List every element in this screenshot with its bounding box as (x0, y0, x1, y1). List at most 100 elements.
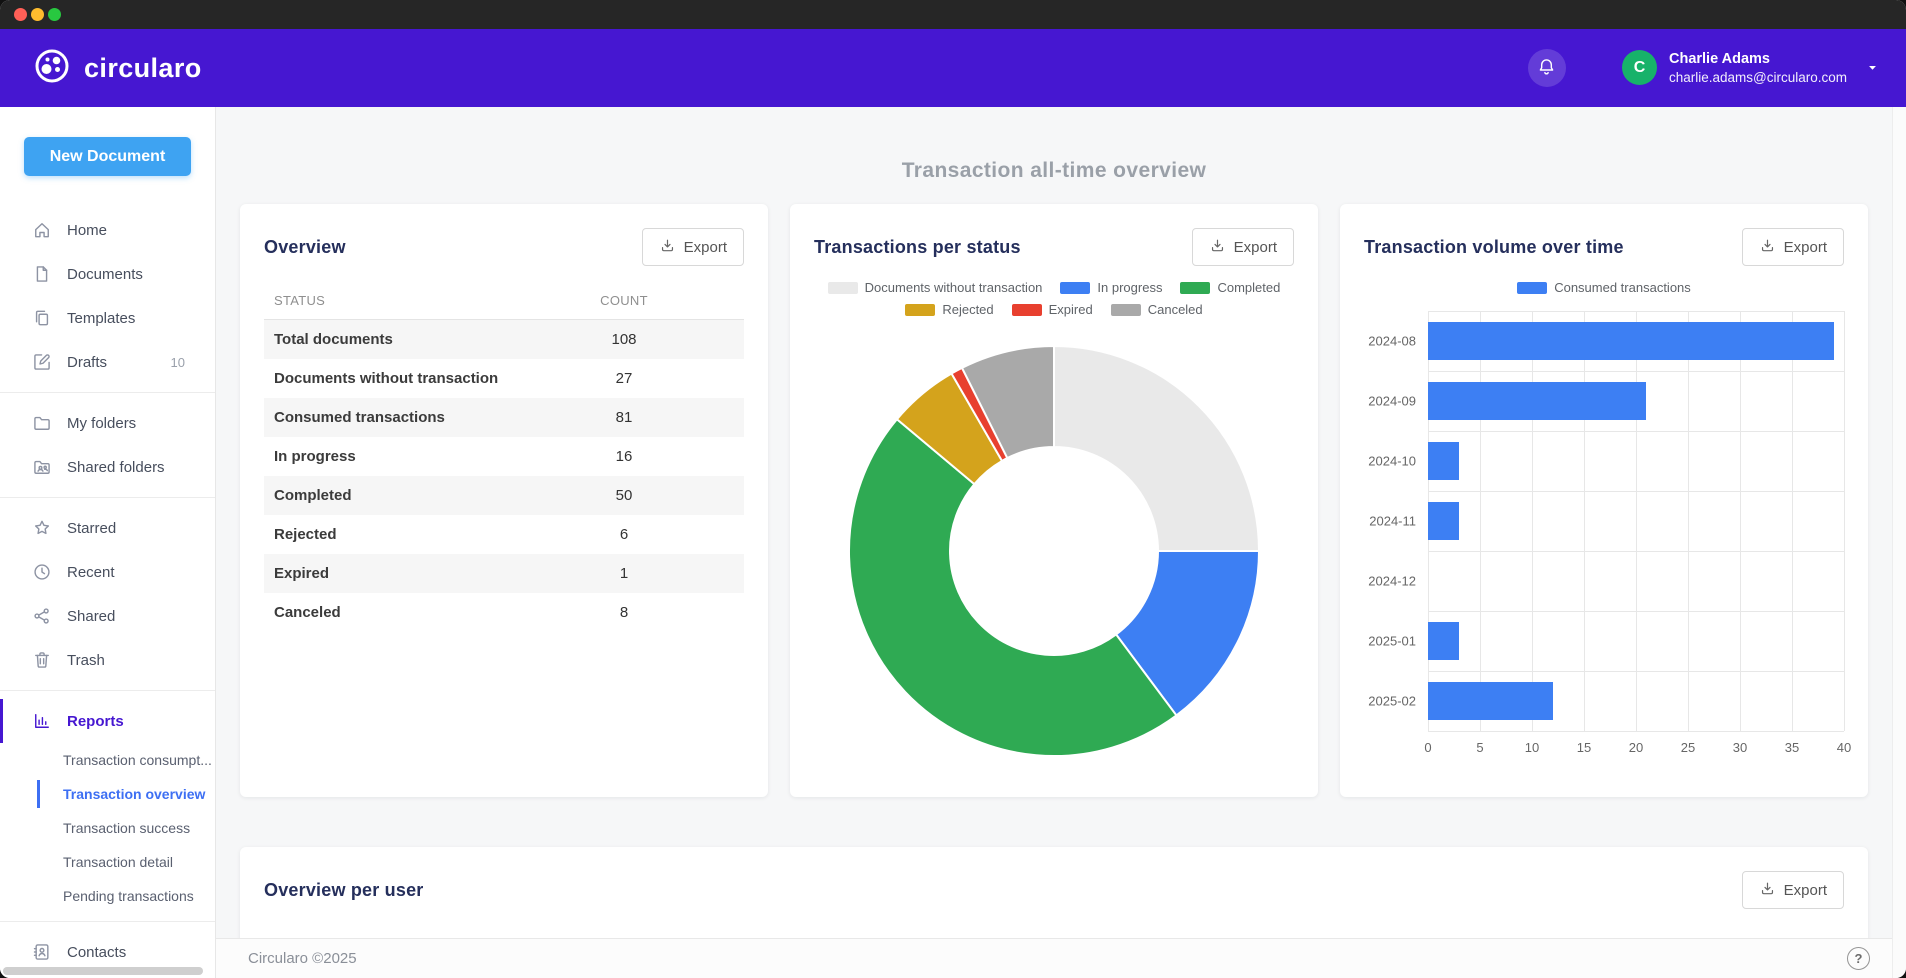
sidebar-item-reports[interactable]: Reports (0, 699, 215, 743)
star-icon (32, 518, 52, 538)
sidebar-item-documents[interactable]: Documents (0, 252, 215, 296)
vertical-gridline (1636, 311, 1637, 731)
bar[interactable] (1428, 502, 1459, 540)
sidebar-item-label: Templates (67, 310, 135, 327)
folder-icon (32, 413, 52, 433)
overview-card: Overview Export STATUS COUNT Total docum… (240, 204, 768, 797)
table-row: Expired1 (264, 554, 744, 593)
page-title: Transaction all-time overview (216, 159, 1892, 183)
drafts-icon (32, 352, 52, 372)
legend-swatch (1517, 282, 1547, 294)
sidebar-horizontal-scrollbar[interactable] (3, 967, 203, 975)
row-status: Completed (274, 487, 504, 504)
vertical-scrollbar[interactable] (1892, 107, 1906, 978)
user-menu[interactable]: C Charlie Adams charlie.adams@circularo.… (1622, 50, 1880, 86)
bar[interactable] (1428, 682, 1553, 720)
legend-item[interactable]: Completed (1180, 280, 1280, 295)
bar[interactable] (1428, 442, 1459, 480)
sidebar: New Document Home Documents Templates (0, 107, 216, 978)
category-label: 2025-01 (1368, 634, 1416, 649)
export-button[interactable]: Export (1192, 228, 1294, 266)
legend-item[interactable]: Consumed transactions (1517, 280, 1691, 295)
horizontal-gridline (1428, 491, 1844, 492)
shared-folder-icon (32, 457, 52, 477)
export-label: Export (1784, 239, 1827, 256)
table-header: STATUS COUNT (264, 282, 744, 320)
legend-row: Rejected Expired Canceled (905, 302, 1202, 317)
sidebar-item-label: Recent (67, 564, 115, 581)
horizontal-gridline (1428, 551, 1844, 552)
sidebar-item-recent[interactable]: Recent (0, 550, 215, 594)
subitem-transaction-success[interactable]: Transaction success (0, 811, 215, 845)
bar[interactable] (1428, 382, 1646, 420)
legend-item[interactable]: In progress (1060, 280, 1162, 295)
subitem-transaction-consumption[interactable]: Transaction consumpt... (0, 743, 215, 777)
subitem-pending-transactions[interactable]: Pending transactions (0, 879, 215, 913)
vertical-gridline (1532, 311, 1533, 731)
divider (0, 921, 215, 922)
sidebar-item-shared[interactable]: Shared (0, 594, 215, 638)
legend-item[interactable]: Expired (1012, 302, 1093, 317)
donut-chart-area (814, 339, 1294, 763)
sidebar-item-templates[interactable]: Templates (0, 296, 215, 340)
app-header: circularo C Charlie Adams charlie.adams@… (0, 29, 1906, 107)
legend-label: In progress (1097, 280, 1162, 295)
sidebar-item-drafts[interactable]: Drafts 10 (0, 340, 215, 384)
bar[interactable] (1428, 622, 1459, 660)
sidebar-item-label: Reports (67, 713, 124, 730)
close-window-button[interactable] (14, 8, 27, 21)
vertical-gridline (1740, 311, 1741, 731)
subitem-label: Pending transactions (63, 888, 194, 904)
horizontal-gridline (1428, 311, 1844, 312)
tick-label: 40 (1837, 740, 1851, 755)
export-label: Export (1234, 239, 1277, 256)
sidebar-item-label: My folders (67, 415, 136, 432)
volume-chart-legend: Consumed transactions (1364, 280, 1844, 295)
tick-label: 20 (1629, 740, 1643, 755)
legend-item[interactable]: Rejected (905, 302, 993, 317)
sidebar-item-my-folders[interactable]: My folders (0, 401, 215, 445)
volume-bar-chart[interactable]: 2024-082024-092024-102024-112024-122025-… (1364, 311, 1844, 731)
horizontal-gridline (1428, 611, 1844, 612)
legend-swatch (1012, 304, 1042, 316)
export-icon (1759, 880, 1776, 901)
export-button[interactable]: Export (1742, 228, 1844, 266)
brand-logo[interactable]: circularo (32, 46, 202, 91)
tick-label: 5 (1476, 740, 1483, 755)
export-button[interactable]: Export (1742, 871, 1844, 909)
category-label: 2024-10 (1368, 454, 1416, 469)
bar[interactable] (1428, 322, 1834, 360)
legend-label: Completed (1217, 280, 1280, 295)
subitem-transaction-detail[interactable]: Transaction detail (0, 845, 215, 879)
subitem-transaction-overview[interactable]: Transaction overview (0, 777, 215, 811)
volume-value-axis: 0510152025303540 (1428, 731, 1844, 757)
legend-item[interactable]: Documents without transaction (828, 280, 1043, 295)
zoom-window-button[interactable] (48, 8, 61, 21)
volume-plot-area (1428, 311, 1844, 731)
sidebar-item-trash[interactable]: Trash (0, 638, 215, 682)
row-status: In progress (274, 448, 504, 465)
share-icon (32, 606, 52, 626)
sidebar-item-starred[interactable]: Starred (0, 506, 215, 550)
sidebar-item-shared-folders[interactable]: Shared folders (0, 445, 215, 489)
notifications-button[interactable] (1528, 49, 1566, 87)
per-status-card: Transactions per status Export Documents… (790, 204, 1318, 797)
volume-category-axis: 2024-082024-092024-102024-112024-122025-… (1364, 311, 1428, 731)
export-label: Export (1784, 882, 1827, 899)
help-button[interactable]: ? (1847, 947, 1870, 970)
new-document-button[interactable]: New Document (24, 137, 191, 176)
legend-item[interactable]: Canceled (1111, 302, 1203, 317)
legend-label: Expired (1049, 302, 1093, 317)
status-donut-chart[interactable] (842, 339, 1266, 763)
card-title: Overview (264, 237, 346, 258)
subitem-label: Transaction success (63, 820, 190, 836)
legend-swatch (1060, 282, 1090, 294)
sidebar-item-home[interactable]: Home (0, 208, 215, 252)
minimize-window-button[interactable] (31, 8, 44, 21)
export-button[interactable]: Export (642, 228, 744, 266)
row-count: 16 (504, 448, 744, 465)
row-status: Total documents (274, 331, 504, 348)
legend-label: Consumed transactions (1554, 280, 1691, 295)
donut-segment[interactable] (1054, 346, 1259, 551)
sidebar-nav: Home Documents Templates Drafts 10 (0, 208, 215, 974)
